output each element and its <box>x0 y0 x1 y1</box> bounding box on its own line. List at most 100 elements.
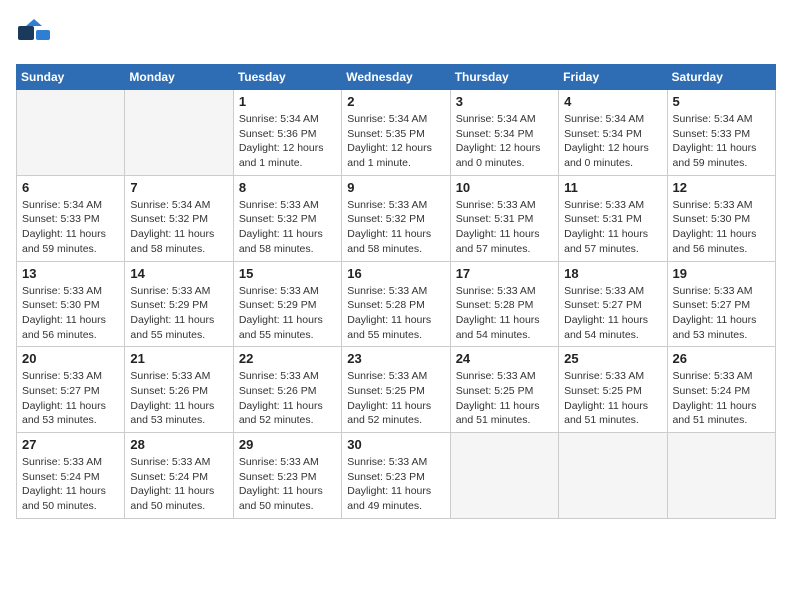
day-number: 22 <box>239 351 336 366</box>
calendar-cell: 16 Sunrise: 5:33 AM Sunset: 5:28 PM Dayli… <box>342 261 450 347</box>
calendar-cell: 18 Sunrise: 5:33 AM Sunset: 5:27 PM Dayli… <box>559 261 667 347</box>
day-number: 16 <box>347 266 444 281</box>
day-number: 14 <box>130 266 227 281</box>
day-info: Sunrise: 5:33 AM Sunset: 5:24 PM Dayligh… <box>130 455 227 514</box>
day-info: Sunrise: 5:33 AM Sunset: 5:25 PM Dayligh… <box>347 369 444 428</box>
day-number: 20 <box>22 351 119 366</box>
day-info: Sunrise: 5:33 AM Sunset: 5:23 PM Dayligh… <box>239 455 336 514</box>
day-info: Sunrise: 5:33 AM Sunset: 5:28 PM Dayligh… <box>456 284 553 343</box>
calendar-cell: 6Sunrise: 5:34 AM Sunset: 5:33 PM Daylig… <box>17 175 125 261</box>
calendar-cell: 12Sunrise: 5:33 AM Sunset: 5:30 PM Dayli… <box>667 175 775 261</box>
day-info: Sunrise: 5:33 AM Sunset: 5:23 PM Dayligh… <box>347 455 444 514</box>
day-number: 15 <box>239 266 336 281</box>
calendar-cell: 21 Sunrise: 5:33 AM Sunset: 5:26 PM Dayli… <box>125 347 233 433</box>
day-info: Sunrise: 5:33 AM Sunset: 5:31 PM Dayligh… <box>564 198 661 257</box>
weekday-header: Wednesday <box>342 65 450 90</box>
calendar-cell: 10 Sunrise: 5:33 AM Sunset: 5:31 PM Dayli… <box>450 175 558 261</box>
day-number: 7 <box>130 180 227 195</box>
day-info: Sunrise: 5:34 AM Sunset: 5:34 PM Dayligh… <box>564 112 661 171</box>
day-number: 27 <box>22 437 119 452</box>
day-info: Sunrise: 5:33 AM Sunset: 5:29 PM Dayligh… <box>130 284 227 343</box>
day-info: Sunrise: 5:33 AM Sunset: 5:27 PM Dayligh… <box>564 284 661 343</box>
calendar-cell <box>450 433 558 519</box>
day-number: 11 <box>564 180 661 195</box>
calendar-cell <box>667 433 775 519</box>
day-number: 28 <box>130 437 227 452</box>
calendar-cell: 9 Sunrise: 5:33 AM Sunset: 5:32 PM Daylig… <box>342 175 450 261</box>
day-info: Sunrise: 5:33 AM Sunset: 5:30 PM Dayligh… <box>673 198 770 257</box>
day-info: Sunrise: 5:33 AM Sunset: 5:24 PM Dayligh… <box>673 369 770 428</box>
day-number: 13 <box>22 266 119 281</box>
calendar-cell: 24 Sunrise: 5:33 AM Sunset: 5:25 PM Dayli… <box>450 347 558 433</box>
day-info: Sunrise: 5:33 AM Sunset: 5:27 PM Dayligh… <box>22 369 119 428</box>
day-number: 26 <box>673 351 770 366</box>
weekday-header-row: SundayMondayTuesdayWednesdayThursdayFrid… <box>17 65 776 90</box>
calendar-cell: 3 Sunrise: 5:34 AM Sunset: 5:34 PM Daylig… <box>450 90 558 176</box>
day-info: Sunrise: 5:34 AM Sunset: 5:33 PM Dayligh… <box>673 112 770 171</box>
calendar-cell: 5Sunrise: 5:34 AM Sunset: 5:33 PM Daylig… <box>667 90 775 176</box>
calendar-cell: 13 Sunrise: 5:33 AM Sunset: 5:30 PM Dayli… <box>17 261 125 347</box>
weekday-header: Tuesday <box>233 65 341 90</box>
day-info: Sunrise: 5:33 AM Sunset: 5:26 PM Dayligh… <box>239 369 336 428</box>
day-number: 9 <box>347 180 444 195</box>
day-info: Sunrise: 5:34 AM Sunset: 5:32 PM Dayligh… <box>130 198 227 257</box>
day-info: Sunrise: 5:34 AM Sunset: 5:36 PM Dayligh… <box>239 112 336 171</box>
calendar-cell: 29 Sunrise: 5:33 AM Sunset: 5:23 PM Dayli… <box>233 433 341 519</box>
calendar-week-row: 6Sunrise: 5:34 AM Sunset: 5:33 PM Daylig… <box>17 175 776 261</box>
calendar-cell: 1Sunrise: 5:34 AM Sunset: 5:36 PM Daylig… <box>233 90 341 176</box>
day-number: 8 <box>239 180 336 195</box>
day-info: Sunrise: 5:33 AM Sunset: 5:32 PM Dayligh… <box>347 198 444 257</box>
calendar-week-row: 1Sunrise: 5:34 AM Sunset: 5:36 PM Daylig… <box>17 90 776 176</box>
day-number: 17 <box>456 266 553 281</box>
day-info: Sunrise: 5:33 AM Sunset: 5:31 PM Dayligh… <box>456 198 553 257</box>
calendar-cell: 15 Sunrise: 5:33 AM Sunset: 5:29 PM Dayli… <box>233 261 341 347</box>
day-number: 6 <box>22 180 119 195</box>
calendar-week-row: 20 Sunrise: 5:33 AM Sunset: 5:27 PM Dayli… <box>17 347 776 433</box>
weekday-header: Friday <box>559 65 667 90</box>
calendar-cell: 4Sunrise: 5:34 AM Sunset: 5:34 PM Daylig… <box>559 90 667 176</box>
calendar-cell: 27 Sunrise: 5:33 AM Sunset: 5:24 PM Dayli… <box>17 433 125 519</box>
calendar-cell: 28 Sunrise: 5:33 AM Sunset: 5:24 PM Dayli… <box>125 433 233 519</box>
calendar-cell: 26 Sunrise: 5:33 AM Sunset: 5:24 PM Dayli… <box>667 347 775 433</box>
day-info: Sunrise: 5:33 AM Sunset: 5:30 PM Dayligh… <box>22 284 119 343</box>
day-info: Sunrise: 5:33 AM Sunset: 5:25 PM Dayligh… <box>456 369 553 428</box>
day-number: 19 <box>673 266 770 281</box>
weekday-header: Monday <box>125 65 233 90</box>
calendar-cell: 19 Sunrise: 5:33 AM Sunset: 5:27 PM Dayli… <box>667 261 775 347</box>
calendar-cell <box>17 90 125 176</box>
calendar-cell: 23 Sunrise: 5:33 AM Sunset: 5:25 PM Dayli… <box>342 347 450 433</box>
calendar-cell <box>559 433 667 519</box>
day-number: 24 <box>456 351 553 366</box>
day-info: Sunrise: 5:33 AM Sunset: 5:28 PM Dayligh… <box>347 284 444 343</box>
day-number: 10 <box>456 180 553 195</box>
logo <box>16 16 58 54</box>
day-info: Sunrise: 5:34 AM Sunset: 5:34 PM Dayligh… <box>456 112 553 171</box>
day-number: 3 <box>456 94 553 109</box>
day-info: Sunrise: 5:33 AM Sunset: 5:25 PM Dayligh… <box>564 369 661 428</box>
calendar-week-row: 13 Sunrise: 5:33 AM Sunset: 5:30 PM Dayli… <box>17 261 776 347</box>
calendar-cell: 22 Sunrise: 5:33 AM Sunset: 5:26 PM Dayli… <box>233 347 341 433</box>
day-number: 29 <box>239 437 336 452</box>
calendar-cell: 7 Sunrise: 5:34 AM Sunset: 5:32 PM Daylig… <box>125 175 233 261</box>
weekday-header: Sunday <box>17 65 125 90</box>
calendar-cell: 14 Sunrise: 5:33 AM Sunset: 5:29 PM Dayli… <box>125 261 233 347</box>
day-number: 21 <box>130 351 227 366</box>
calendar-week-row: 27 Sunrise: 5:33 AM Sunset: 5:24 PM Dayli… <box>17 433 776 519</box>
day-info: Sunrise: 5:33 AM Sunset: 5:24 PM Dayligh… <box>22 455 119 514</box>
day-number: 23 <box>347 351 444 366</box>
day-number: 25 <box>564 351 661 366</box>
day-number: 18 <box>564 266 661 281</box>
page-header <box>16 16 776 54</box>
day-info: Sunrise: 5:34 AM Sunset: 5:35 PM Dayligh… <box>347 112 444 171</box>
day-number: 2 <box>347 94 444 109</box>
calendar-cell: 2 Sunrise: 5:34 AM Sunset: 5:35 PM Daylig… <box>342 90 450 176</box>
calendar-cell: 20 Sunrise: 5:33 AM Sunset: 5:27 PM Dayli… <box>17 347 125 433</box>
calendar-cell: 11 Sunrise: 5:33 AM Sunset: 5:31 PM Dayli… <box>559 175 667 261</box>
logo-icon <box>16 16 54 54</box>
day-info: Sunrise: 5:33 AM Sunset: 5:29 PM Dayligh… <box>239 284 336 343</box>
calendar-cell: 30 Sunrise: 5:33 AM Sunset: 5:23 PM Dayli… <box>342 433 450 519</box>
day-info: Sunrise: 5:33 AM Sunset: 5:27 PM Dayligh… <box>673 284 770 343</box>
weekday-header: Saturday <box>667 65 775 90</box>
day-number: 30 <box>347 437 444 452</box>
day-info: Sunrise: 5:33 AM Sunset: 5:26 PM Dayligh… <box>130 369 227 428</box>
